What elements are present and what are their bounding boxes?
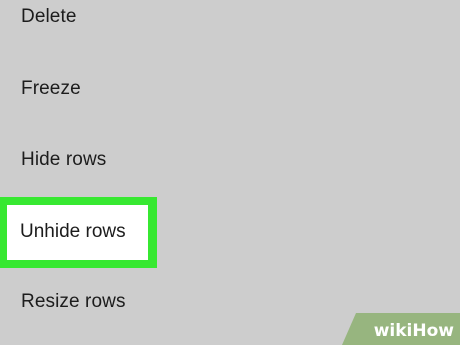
watermark-how-text: How [412, 321, 454, 341]
menu-item-unhide-rows[interactable]: Unhide rows [7, 205, 148, 260]
menu-item-delete[interactable]: Delete [21, 5, 77, 29]
context-menu: Delete Freeze Hide rows Unhide rows Resi… [0, 0, 460, 345]
menu-item-freeze[interactable]: Freeze [21, 77, 81, 101]
watermark-logo-text: wikiHow [374, 321, 454, 341]
menu-item-unhide-rows-label: Unhide rows [20, 221, 126, 242]
menu-item-resize-rows[interactable]: Resize rows [21, 290, 126, 314]
menu-item-hide-rows[interactable]: Hide rows [21, 148, 106, 172]
wikihow-watermark: wikiHow [342, 313, 460, 345]
highlight-box: Unhide rows [0, 197, 157, 268]
watermark-wiki-text: wiki [373, 321, 413, 341]
